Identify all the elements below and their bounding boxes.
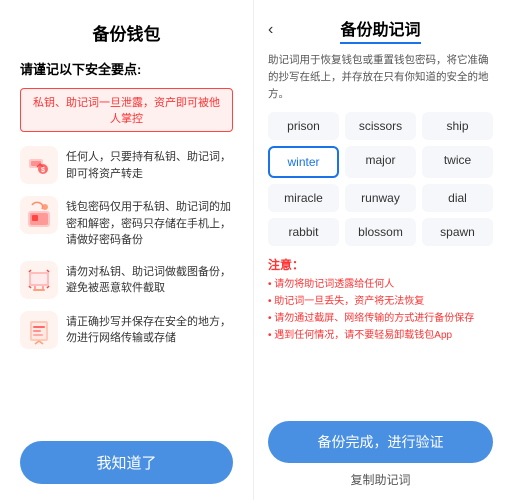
security-item-transfer: $ 任何人，只要持有私钥、助记词，即可将资产转走 — [20, 146, 233, 184]
notes-item: 请勿将助记词透露给任何人 — [268, 276, 493, 293]
word-cell-rabbit: rabbit — [268, 218, 339, 246]
right-title-wrap: 备份助记词 — [340, 16, 420, 44]
security-list: $ 任何人，只要持有私钥、助记词，即可将资产转走 钱包密码仅用于私钥、助记词的加… — [20, 146, 233, 433]
right-description: 助记词用于恢复钱包或重置钱包密码，将它准确的抄写在纸上，并存放在只有你知道的安全… — [268, 52, 493, 102]
svg-text:$: $ — [41, 167, 45, 174]
security-item-screenshot: 请勿对私钥、助记词做截图备份，避免被恶意软件截取 — [20, 261, 233, 299]
word-cell-blossom: blossom — [345, 218, 416, 246]
security-text-transfer: 任何人，只要持有私钥、助记词，即可将资产转走 — [66, 146, 233, 182]
notes-item: 请勿通过截屏、网络传输的方式进行备份保存 — [268, 310, 493, 327]
encrypt-icon — [20, 196, 58, 234]
notes-item: 助记词一旦丢失，资产将无法恢复 — [268, 293, 493, 310]
word-cell-dial: dial — [422, 184, 493, 212]
screenshot-icon — [20, 261, 58, 299]
notes-item: 遇到任何情况，请不要轻易卸载钱包App — [268, 327, 493, 344]
warning-badge: 私钥、助记词一旦泄露，资产即可被他人掌控 — [20, 88, 233, 132]
word-cell-major: major — [345, 146, 416, 178]
word-cell-scissors: scissors — [345, 112, 416, 140]
word-cell-miracle: miracle — [268, 184, 339, 212]
left-subtitle: 请谨记以下安全要点: — [20, 59, 233, 78]
word-cell-spawn: spawn — [422, 218, 493, 246]
word-grid: prisonscissorsship wintermajortwice miracl… — [268, 112, 493, 246]
copy-button[interactable]: 复制助记词 — [350, 471, 410, 488]
back-arrow-icon[interactable]: ‹ — [268, 21, 273, 39]
right-panel: ‹ 备份助记词 助记词用于恢复钱包或重置钱包密码，将它准确的抄写在纸上，并存放在… — [253, 0, 507, 500]
left-panel-title: 备份钱包 — [93, 20, 161, 45]
right-panel-title: 备份助记词 — [340, 16, 420, 44]
safe-icon — [20, 311, 58, 349]
left-panel: 备份钱包 请谨记以下安全要点: 私钥、助记词一旦泄露，资产即可被他人掌控 $ 任… — [0, 0, 253, 500]
security-item-safe: 请正确抄写并保存在安全的地方，勿进行网络传输或存储 — [20, 311, 233, 349]
security-text-safe: 请正确抄写并保存在安全的地方，勿进行网络传输或存储 — [66, 311, 233, 347]
i-know-button[interactable]: 我知道了 — [20, 441, 233, 484]
transfer-icon: $ — [20, 146, 58, 184]
security-text-encrypt: 钱包密码仅用于私钥、助记词的加密和解密，密码只存储在手机上，请做好密码备份 — [66, 196, 233, 249]
security-text-screenshot: 请勿对私钥、助记词做截图备份，避免被恶意软件截取 — [66, 261, 233, 297]
right-header: ‹ 备份助记词 — [268, 16, 493, 44]
right-bottom: 备份完成，进行验证 复制助记词 — [268, 421, 493, 488]
word-cell-twice: twice — [422, 146, 493, 178]
notes-title: 注意： — [268, 256, 493, 273]
notes-section: 注意： 请勿将助记词透露给任何人助记词一旦丢失，资产将无法恢复请勿通过截屏、网络… — [268, 256, 493, 344]
verify-button[interactable]: 备份完成，进行验证 — [268, 421, 493, 463]
word-cell-ship: ship — [422, 112, 493, 140]
word-cell-runway: runway — [345, 184, 416, 212]
word-cell-winter: winter — [268, 146, 339, 178]
word-cell-prison: prison — [268, 112, 339, 140]
notes-list: 请勿将助记词透露给任何人助记词一旦丢失，资产将无法恢复请勿通过截屏、网络传输的方… — [268, 276, 493, 344]
security-item-encrypt: 钱包密码仅用于私钥、助记词的加密和解密，密码只存储在手机上，请做好密码备份 — [20, 196, 233, 249]
